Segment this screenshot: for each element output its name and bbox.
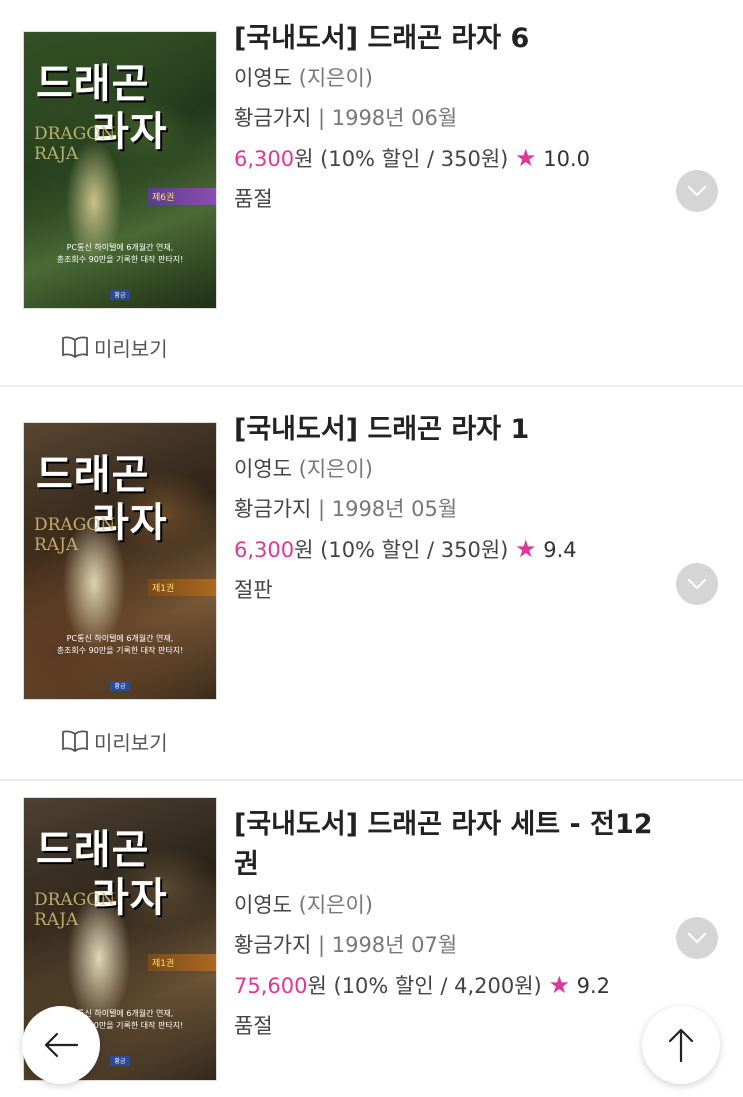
cover-tagline: PC통신 하이텔에 6개월간 연재, 총조회수 90만을 기록한 대작 판타지!: [56, 243, 184, 264]
cover-volume: 제1권: [148, 579, 216, 596]
price-line: 6,300원 (10% 할인 / 350원) ★ 9.4: [234, 529, 664, 570]
arrow-up-icon: [668, 1028, 694, 1063]
book-title[interactable]: [국내도서] 드래곤 라자 1: [234, 411, 664, 449]
cover-subtitle: DRAGON RAJA: [34, 515, 116, 555]
sale-price: 6,300: [234, 538, 295, 562]
book-info: [국내도서] 드래곤 라자 세트 - 전12권 이영도 (지은이) 황금가지 |…: [234, 805, 664, 1046]
book-info: [국내도서] 드래곤 라자 1 이영도 (지은이) 황금가지 | 1998년 0…: [234, 411, 664, 610]
publisher-line: 황금가지 | 1998년 05월: [234, 489, 664, 529]
stock-status: 절판: [234, 578, 273, 602]
author-role: (지은이): [298, 893, 374, 917]
book-info: [국내도서] 드래곤 라자 6 이영도 (지은이) 황금가지 | 1998년 0…: [234, 20, 664, 219]
book-cover[interactable]: 드래곤 라자 DRAGON RAJA 제1권 PC통신 하이텔에 6개월간 연재, 총…: [24, 423, 216, 699]
author-line: 이영도 (지은이): [234, 58, 664, 98]
author-role: (지은이): [298, 66, 374, 90]
author-line: 이영도 (지은이): [234, 885, 664, 925]
preview-label: 미리보기: [94, 730, 168, 755]
book-item: 드래곤 라자 DRAGON RAJA 제1권 PC통신 하이텔에 6개월간 연재, 총…: [0, 781, 743, 1097]
publisher-name[interactable]: 황금가지: [234, 497, 311, 521]
expand-button[interactable]: [676, 917, 718, 959]
sale-price: 75,600: [234, 974, 308, 998]
preview-button[interactable]: 미리보기: [62, 332, 168, 362]
discount-info: (10% 할인 / 350원): [320, 538, 509, 562]
publisher-name[interactable]: 황금가지: [234, 106, 311, 130]
cover-publisher-logo: 황금: [110, 1056, 130, 1066]
book-open-icon: [62, 336, 88, 358]
price-unit: 원: [294, 538, 314, 562]
price-line: 6,300원 (10% 할인 / 350원) ★ 10.0: [234, 138, 664, 179]
rating-value: 9.2: [576, 974, 611, 998]
expand-button[interactable]: [676, 170, 718, 212]
stock-status: 품절: [234, 1014, 273, 1038]
book-open-icon: [62, 730, 88, 752]
publish-date: | 1998년 05월: [317, 497, 458, 521]
author-role: (지은이): [298, 457, 374, 481]
discount-info: (10% 할인 / 4,200원): [333, 974, 542, 998]
discount-info: (10% 할인 / 350원): [320, 147, 509, 171]
preview-button[interactable]: 미리보기: [62, 726, 168, 756]
author-name[interactable]: 이영도: [234, 457, 292, 481]
star-icon: ★: [515, 144, 537, 172]
scroll-top-button[interactable]: [642, 1006, 720, 1084]
stock-status: 품절: [234, 187, 273, 211]
publisher-name[interactable]: 황금가지: [234, 933, 311, 957]
cover-subtitle: DRAGON RAJA: [34, 890, 116, 930]
rating-value: 9.4: [543, 538, 577, 562]
author-name[interactable]: 이영도: [234, 66, 292, 90]
price-unit: 원: [294, 147, 314, 171]
cover-volume: 제6권: [148, 188, 216, 205]
chevron-down-icon: [687, 185, 707, 197]
publish-date: | 1998년 06월: [317, 106, 458, 130]
arrow-left-icon: [44, 1032, 79, 1058]
sale-price: 6,300: [234, 147, 295, 171]
book-title[interactable]: [국내도서] 드래곤 라자 6: [234, 20, 664, 58]
star-icon: ★: [515, 535, 537, 563]
cover-subtitle: DRAGON RAJA: [34, 124, 116, 164]
price-unit: 원: [307, 974, 327, 998]
preview-label: 미리보기: [94, 336, 168, 361]
book-title[interactable]: [국내도서] 드래곤 라자 세트 - 전12권: [234, 805, 664, 885]
book-item: 드래곤 라자 DRAGON RAJA 제6권 PC통신 하이텔에 6개월간 연재, 총…: [0, 0, 743, 386]
star-icon: ★: [548, 971, 570, 999]
expand-button[interactable]: [676, 563, 718, 605]
cover-volume: 제1권: [148, 954, 216, 971]
publisher-line: 황금가지 | 1998년 06월: [234, 98, 664, 138]
back-button[interactable]: [22, 1006, 100, 1084]
book-cover[interactable]: 드래곤 라자 DRAGON RAJA 제6권 PC통신 하이텔에 6개월간 연재, 총…: [24, 32, 216, 308]
cover-publisher-logo: 황금: [110, 681, 130, 691]
publish-date: | 1998년 07월: [317, 933, 458, 957]
author-name[interactable]: 이영도: [234, 893, 292, 917]
cover-publisher-logo: 황금: [110, 290, 130, 300]
cover-tagline: PC통신 하이텔에 6개월간 연재, 총조회수 90만을 기록한 대작 판타지!: [56, 634, 184, 655]
chevron-down-icon: [687, 578, 707, 590]
publisher-line: 황금가지 | 1998년 07월: [234, 925, 664, 965]
chevron-down-icon: [687, 932, 707, 944]
author-line: 이영도 (지은이): [234, 449, 664, 489]
book-item: 드래곤 라자 DRAGON RAJA 제1권 PC통신 하이텔에 6개월간 연재, 총…: [0, 387, 743, 779]
rating-value: 10.0: [543, 147, 591, 171]
price-line: 75,600원 (10% 할인 / 4,200원) ★ 9.2: [234, 965, 664, 1006]
